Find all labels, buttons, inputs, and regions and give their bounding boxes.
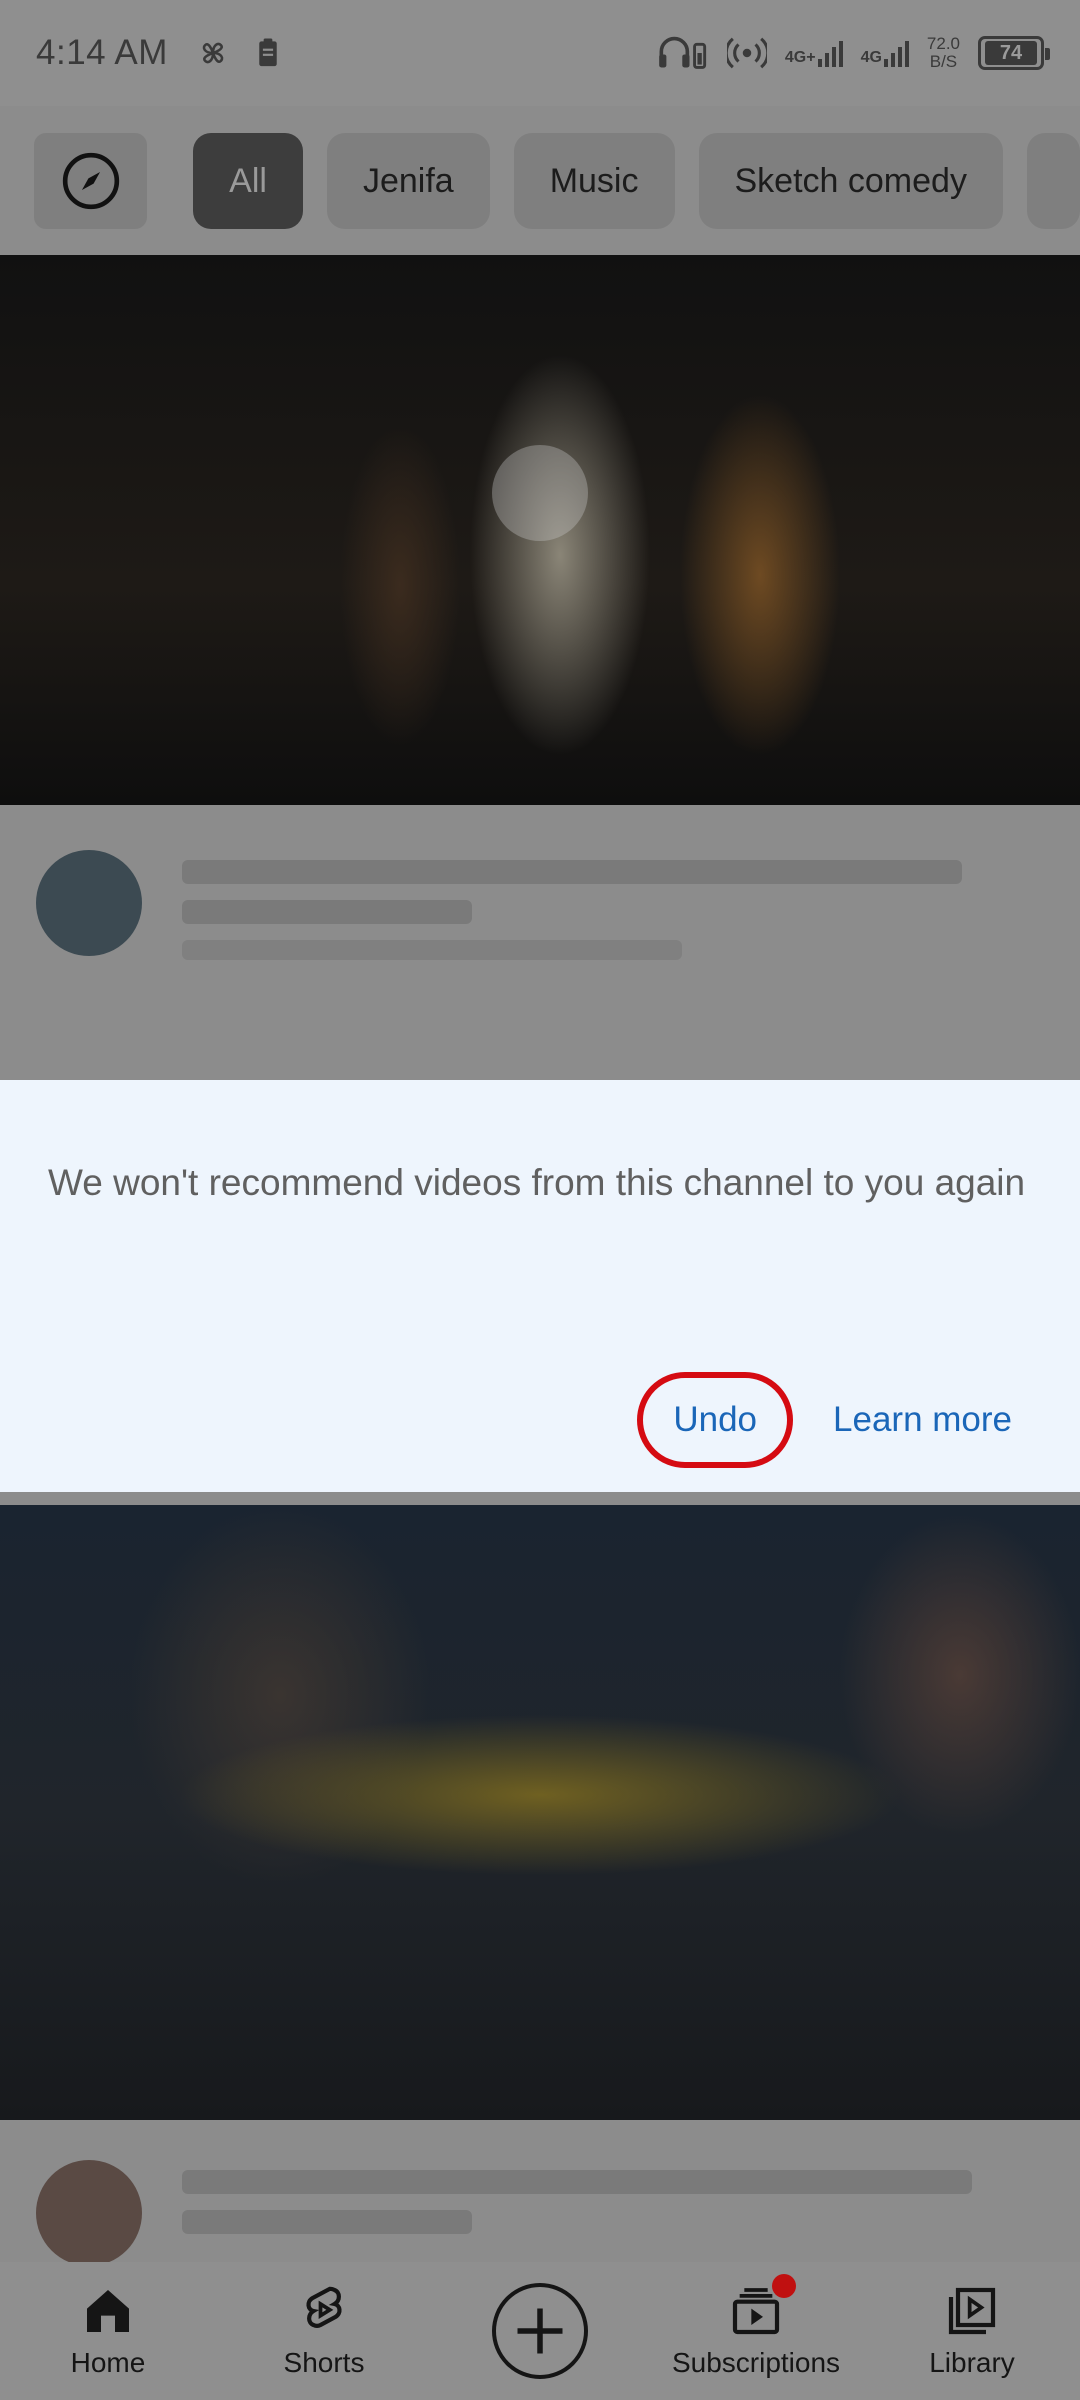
- signal-bars-icon: [883, 39, 909, 67]
- undo-highlight-circle: Undo: [637, 1372, 794, 1468]
- signal-bars-icon: [817, 39, 843, 67]
- not-interested-notice: We won't recommend videos from this chan…: [0, 1080, 1080, 1492]
- chip-sketch-comedy[interactable]: Sketch comedy: [698, 133, 1003, 229]
- compass-icon: [62, 152, 119, 210]
- video-thumbnail-blurred[interactable]: [0, 1505, 1080, 2120]
- signal-4g-plus: 4G+: [785, 39, 843, 67]
- network-label-1: 4G+: [784, 49, 816, 66]
- notice-actions: Undo Learn more: [637, 1372, 1012, 1468]
- nav-subscriptions[interactable]: Subscriptions: [656, 2262, 856, 2400]
- video-meta-blurred[interactable]: [0, 2160, 1080, 2266]
- nav-subscriptions-label: Subscriptions: [671, 2347, 841, 2378]
- chip-music[interactable]: Music: [513, 133, 675, 229]
- nav-home-label: Home: [70, 2347, 146, 2378]
- create-button[interactable]: [492, 2283, 588, 2379]
- pinwheel-icon: [202, 42, 224, 64]
- video-thumbnail-blurred[interactable]: [0, 255, 1080, 805]
- explore-button[interactable]: [34, 133, 148, 229]
- nav-home[interactable]: Home: [8, 2262, 208, 2400]
- home-icon: [87, 2290, 129, 2332]
- clipboard-icon: [259, 38, 277, 67]
- nav-library[interactable]: Library: [872, 2262, 1072, 2400]
- hotspot-icon: [726, 37, 767, 69]
- avatar: [36, 2160, 142, 2266]
- chip-jenifa[interactable]: Jenifa: [326, 133, 490, 229]
- chip-more[interactable]: [1026, 133, 1080, 229]
- network-speed: 72.0 B/S: [926, 34, 960, 71]
- learn-more-link[interactable]: Learn more: [833, 1400, 1012, 1440]
- chip-all[interactable]: All: [193, 133, 303, 229]
- status-bar: 4:14 AM 4G+ 4G 72.0 B/S 74: [0, 0, 1080, 106]
- signal-4g: 4G: [861, 39, 909, 67]
- battery-level: 74: [985, 41, 1037, 65]
- play-icon: [492, 445, 588, 541]
- plus-icon: [517, 2308, 563, 2354]
- nav-shorts[interactable]: Shorts: [224, 2262, 424, 2400]
- avatar: [36, 850, 142, 956]
- notification-dot: [772, 2274, 796, 2298]
- network-label-2: 4G: [860, 49, 882, 66]
- headphones-battery-icon: [659, 36, 706, 69]
- battery-icon: 74: [978, 36, 1050, 70]
- notice-message: We won't recommend videos from this chan…: [48, 1162, 1026, 1203]
- filter-chips-row: All Jenifa Music Sketch comedy: [0, 118, 1080, 244]
- status-time: 4:14 AM: [36, 33, 168, 72]
- library-icon: [948, 2287, 996, 2335]
- shorts-icon: [306, 2286, 342, 2328]
- nav-shorts-label: Shorts: [283, 2347, 365, 2378]
- undo-button[interactable]: Undo: [673, 1400, 757, 1439]
- video-meta-blurred[interactable]: [0, 850, 1080, 960]
- nav-library-label: Library: [929, 2347, 1015, 2378]
- bottom-navigation: Home Shorts Subscriptions Library: [0, 2262, 1080, 2400]
- nav-create[interactable]: [440, 2262, 640, 2400]
